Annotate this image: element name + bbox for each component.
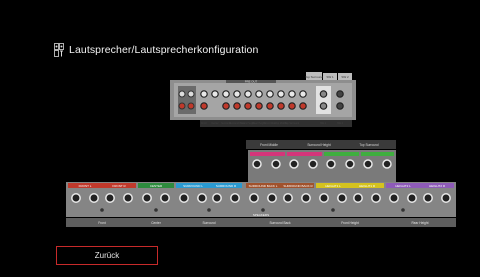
speaker-group-label: Front [98, 221, 106, 225]
terminal-label: HEIGHT2 R [429, 184, 446, 188]
terminal-label: HEIGHT1 R [359, 184, 376, 188]
terminal-label: CENTER [150, 184, 163, 188]
speaker-group-label: Center [151, 221, 162, 225]
speaker-group-label: Front Height [341, 221, 359, 225]
terminal-label: SURROUND BACK R [283, 184, 313, 188]
speaker-terminal-panel: Front Middle Surround Height Top Surroun… [66, 132, 456, 232]
upper-group-label: Surround Height [307, 143, 330, 147]
back-button-label: Zurück [94, 251, 120, 260]
pre-out-label: PRE OUT [245, 80, 258, 84]
terminal-label: FRONT L [79, 184, 92, 188]
tab-label: Top Surround [305, 75, 323, 79]
terminal-label: HEIGHT1 L [325, 184, 341, 188]
terminal-label: HEIGHT2 L [395, 184, 411, 188]
speaker-group-label: Surround [202, 221, 215, 225]
terminal-label: SURROUND BACK L [249, 184, 278, 188]
tab-label: SW 2 [341, 75, 349, 79]
speaker-config-icon [54, 43, 64, 57]
tab-label: SW 1 [326, 75, 334, 79]
terminal-label: FRONT R [112, 184, 126, 188]
terminal-label: SURROUND L [183, 184, 203, 188]
speaker-group-label: Surround Back [269, 221, 290, 225]
header: Lautsprecher/Lautsprecherkonfiguration [54, 42, 258, 58]
upper-group-label: Top Surround [359, 143, 378, 147]
speakers-section-label: SPEAKERS [253, 213, 269, 217]
speaker-group-label: Rear Height [411, 221, 428, 225]
page-title: Lautsprecher/Lautsprecherkonfiguration [69, 44, 259, 56]
upper-group-label: Front Middle [260, 143, 278, 147]
back-button[interactable]: Zurück [56, 246, 158, 265]
terminal-label: SURROUND R [216, 184, 237, 188]
pre-out-panel: Top Surround SW 1 SW 2 PRE OUT Front Cen… [170, 72, 356, 128]
screen: Lautsprecher/Lautsprecherkonfiguration T… [0, 0, 480, 277]
